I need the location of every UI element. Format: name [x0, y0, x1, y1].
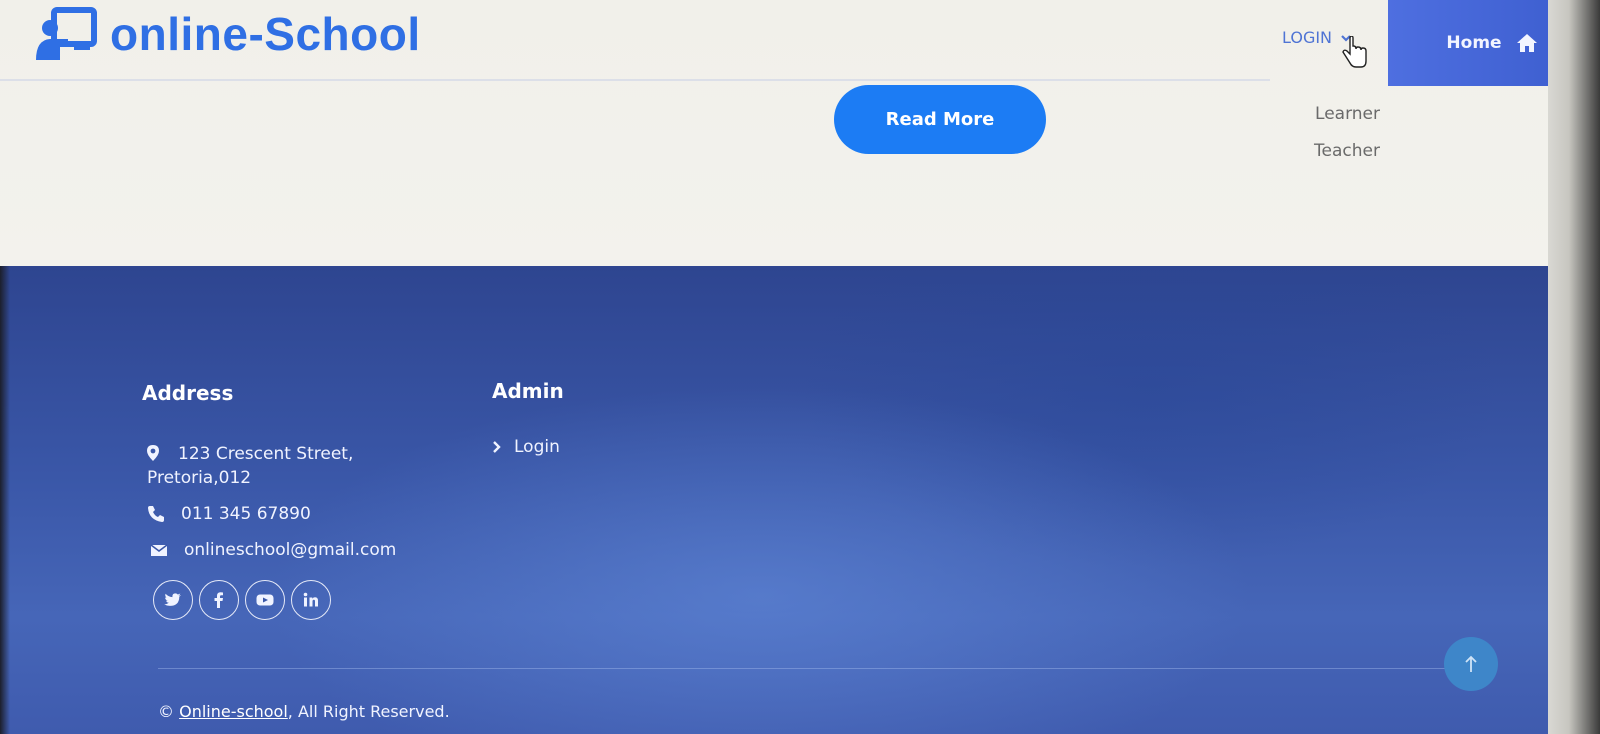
phone-line: 011 345 67890	[147, 504, 311, 524]
copyright-symbol: ©	[158, 702, 174, 721]
hand-cursor-icon	[1342, 36, 1367, 68]
envelope-icon	[150, 544, 168, 556]
map-marker-icon	[147, 445, 159, 461]
login-label: LOGIN	[1282, 28, 1333, 47]
chevron-right-icon	[493, 441, 501, 453]
arrow-up-icon	[1465, 655, 1477, 672]
address-line: 123 Crescent Street,	[144, 440, 464, 468]
screen-bezel-right	[1548, 0, 1600, 734]
login-dropdown-menu: Learner Teacher	[1290, 100, 1380, 174]
admin-login-link[interactable]: Login	[492, 437, 560, 457]
brand-name: online-School	[110, 8, 421, 60]
linkedin-icon	[303, 592, 318, 607]
youtube-button[interactable]	[245, 580, 285, 620]
read-more-button[interactable]: Read More	[834, 85, 1046, 154]
footer-divider	[158, 668, 1468, 669]
home-icon	[1516, 34, 1537, 52]
home-label: Home	[1446, 33, 1502, 53]
address-line2: Pretoria,012	[147, 468, 252, 488]
facebook-button[interactable]	[199, 580, 239, 620]
brand-logo[interactable]: online-School	[34, 4, 421, 64]
dropdown-item-learner[interactable]: Learner	[1290, 100, 1380, 137]
twitter-icon	[164, 593, 181, 606]
site-footer	[0, 266, 1578, 734]
twitter-button[interactable]	[153, 580, 193, 620]
admin-login-label: Login	[514, 437, 560, 457]
youtube-icon	[256, 594, 274, 606]
address-line1: 123 Crescent Street,	[178, 444, 354, 464]
phone-icon	[148, 506, 164, 522]
scroll-to-top-button[interactable]	[1444, 637, 1498, 691]
email-address: onlineschool@gmail.com	[184, 540, 397, 560]
copyright-notice: © Online-school, All Right Reserved.	[158, 702, 450, 721]
email-line: onlineschool@gmail.com	[150, 540, 396, 560]
top-content-area: online-School LOGIN Learner Teacher Home…	[0, 0, 1600, 268]
screen-bezel-left	[0, 266, 10, 734]
copyright-text: , All Right Reserved.	[287, 702, 450, 721]
social-links	[153, 580, 331, 620]
dropdown-item-teacher[interactable]: Teacher	[1290, 137, 1380, 174]
phone-number: 011 345 67890	[181, 504, 311, 524]
address-heading: Address	[142, 381, 234, 405]
copyright-site-link[interactable]: Online-school	[179, 702, 288, 721]
facebook-icon	[214, 592, 223, 608]
linkedin-button[interactable]	[291, 580, 331, 620]
header-divider	[0, 79, 1270, 81]
teacher-board-icon	[36, 7, 97, 60]
admin-heading: Admin	[492, 379, 564, 403]
